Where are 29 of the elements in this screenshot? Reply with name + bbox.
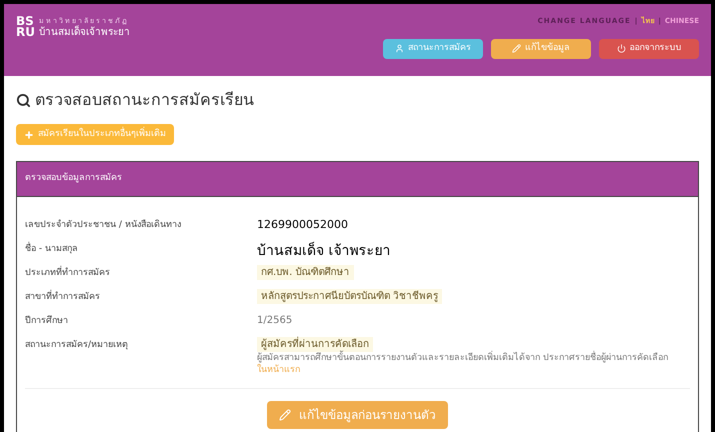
first-page-link[interactable]: ในหน้าแรก xyxy=(257,365,300,375)
field-label: ชื่อ - นามสกุล xyxy=(25,241,257,256)
add-button[interactable]: สมัครเรียนในประเภทอื่นๆเพิ่มเติม xyxy=(16,124,174,145)
plus-icon xyxy=(24,130,34,140)
logo-mark: BS RU xyxy=(16,16,35,38)
field-label: ประเภทที่ทำการสมัคร xyxy=(25,265,257,280)
field-label: สถานะการสมัคร/หมายเหตุ xyxy=(25,339,130,352)
header-button[interactable]: แก้ไขข้อมูล xyxy=(491,38,591,58)
search-icon xyxy=(16,92,31,108)
field-value: ผู้สมัครที่ผ่านการคัดเลือก xyxy=(257,337,373,352)
field-value: หลักสูตรประกาศนียบัตรบัณฑิต วิชาชีพครู xyxy=(257,289,442,304)
user-icon xyxy=(395,44,404,53)
field-label: ปีการศึกษา xyxy=(25,314,69,328)
page-title: ตรวจสอบสถานะการสมัครเรียน xyxy=(35,89,254,111)
edit-before-report-button[interactable]: แก้ไขข้อมูลก่อนรายงานตัว xyxy=(267,401,448,429)
pencil-icon xyxy=(512,44,521,53)
field-label: สาขาที่ทำการสมัคร xyxy=(25,289,257,304)
field-value: 1269900052000 xyxy=(257,217,348,233)
field-value: กศ.บพ. บัณฑิตศึกษา xyxy=(257,265,354,280)
pencil-icon xyxy=(279,409,291,421)
power-icon xyxy=(616,44,626,53)
field-value: 1/2565 xyxy=(257,314,292,328)
field-value: บ้านสมเด็จ เจ้าพระยา xyxy=(257,241,390,261)
status-note: ผู้สมัครสามารถศึกษาขั้นตอนการรายงานตัวและรายละเอียดเพิ่มเติมได้จาก ประกาศรายชื่อผู้ผ่านการคัดเลือก ในหน้าแรก xyxy=(257,352,697,376)
field-label: เลขประจำตัวประชาชน / หนังสือเดินทาง xyxy=(25,218,182,232)
header-button[interactable]: ออกจากระบบ xyxy=(599,38,699,58)
university-name: บ้านสมเด็จเจ้าพระยา xyxy=(38,27,130,38)
panel-title: ตรวจสอบข้อมูลการสมัคร xyxy=(25,172,122,186)
header-button[interactable]: สถานะการสมัคร xyxy=(383,38,483,58)
